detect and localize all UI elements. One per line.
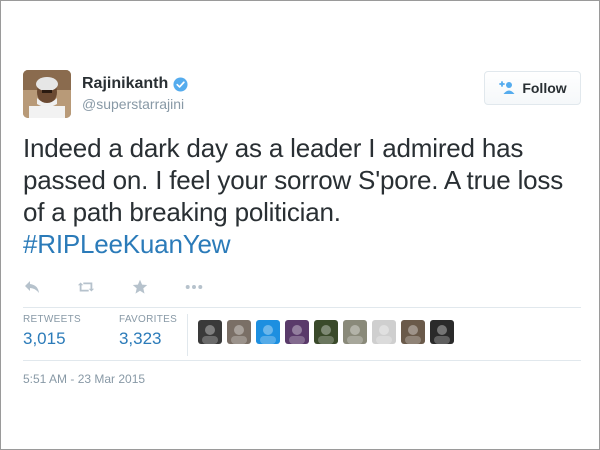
retweets-count: 3,015 bbox=[23, 329, 66, 348]
favorites-count: 3,323 bbox=[118, 329, 162, 348]
favorite-button[interactable] bbox=[131, 278, 149, 296]
favoriter-avatar[interactable] bbox=[401, 320, 425, 344]
retweets-label: RETWEETS bbox=[23, 314, 81, 325]
favoriter-avatar[interactable] bbox=[227, 320, 251, 344]
favorites-stat[interactable]: FAVORITES 3,323 bbox=[119, 314, 177, 349]
favorites-label: FAVORITES bbox=[118, 314, 178, 325]
favoriter-avatar[interactable] bbox=[256, 320, 280, 344]
tweet-body: Indeed a dark day as a leader I admired … bbox=[23, 133, 564, 227]
hashtag-link[interactable]: #RIPLeeKuanYew bbox=[23, 229, 230, 259]
verified-badge-icon bbox=[173, 76, 188, 92]
tweet-card: Rajinikanth @superstarrajini Follow Inde… bbox=[0, 0, 600, 450]
more-icon bbox=[185, 285, 203, 289]
tweet-actions bbox=[23, 278, 239, 296]
user-handle[interactable]: @superstarrajini bbox=[82, 96, 188, 112]
favoriter-avatar[interactable] bbox=[314, 320, 338, 344]
favoriter-avatar[interactable] bbox=[285, 320, 309, 344]
favoriter-avatar[interactable] bbox=[198, 320, 222, 344]
avatar[interactable] bbox=[23, 70, 71, 118]
favoriter-avatar[interactable] bbox=[372, 320, 396, 344]
tweet-text: Indeed a dark day as a leader I admired … bbox=[23, 132, 589, 260]
retweets-stat[interactable]: RETWEETS 3,015 bbox=[23, 314, 81, 349]
favorite-star-icon bbox=[132, 279, 148, 294]
retweet-icon bbox=[77, 282, 95, 292]
stats-separator bbox=[187, 314, 188, 356]
avatar-image bbox=[23, 70, 71, 118]
divider bbox=[23, 360, 581, 361]
user-info: Rajinikanth @superstarrajini bbox=[82, 75, 188, 112]
tweet-timestamp[interactable]: 5:51 AM - 23 Mar 2015 bbox=[23, 372, 145, 386]
favoriter-avatar[interactable] bbox=[343, 320, 367, 344]
display-name[interactable]: Rajinikanth bbox=[82, 75, 168, 93]
follow-button-label: Follow bbox=[522, 80, 567, 96]
more-button[interactable] bbox=[185, 278, 203, 296]
add-user-icon bbox=[499, 81, 515, 94]
reply-icon bbox=[25, 281, 39, 293]
retweet-button[interactable] bbox=[77, 278, 95, 296]
favoriter-avatars bbox=[198, 320, 459, 344]
reply-button[interactable] bbox=[23, 278, 41, 296]
follow-button[interactable]: Follow bbox=[484, 71, 581, 105]
divider bbox=[23, 307, 581, 308]
favoriter-avatar[interactable] bbox=[430, 320, 454, 344]
